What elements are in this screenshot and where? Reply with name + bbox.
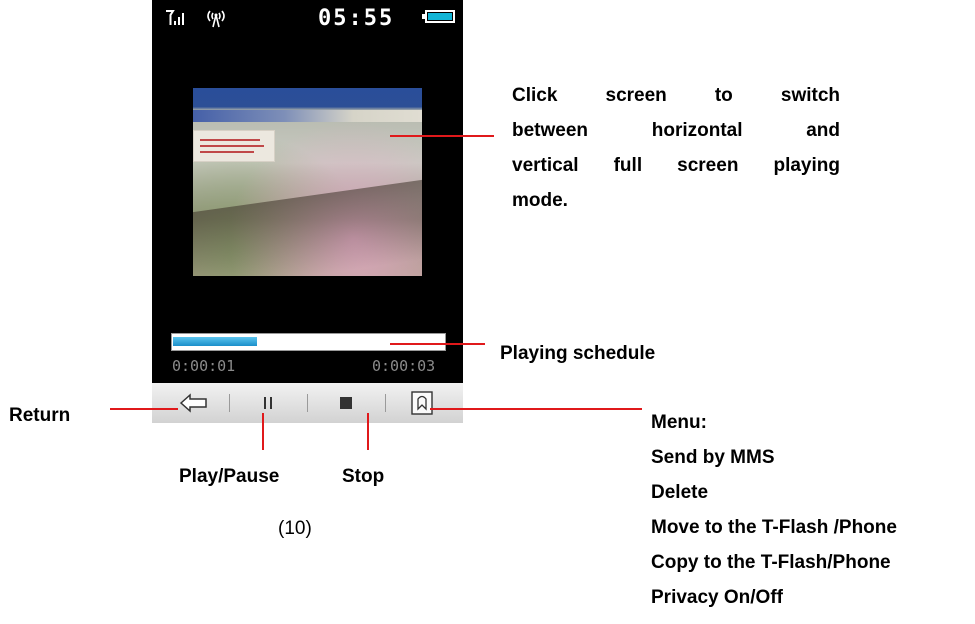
stop-button[interactable] [330, 383, 362, 423]
switch-leader-line [390, 135, 494, 137]
menu-item: Delete [651, 482, 709, 503]
menu-item: Privacy On/Off [651, 587, 783, 608]
play-pause-button[interactable] [252, 383, 284, 423]
total-time: 0:00:03 [372, 357, 436, 375]
video-frame[interactable] [193, 88, 422, 276]
progress-fill [173, 337, 257, 346]
playing-progress-bar[interactable] [171, 333, 446, 351]
pause-icon [264, 397, 272, 409]
schedule-leader-line [390, 343, 485, 345]
figure-caption: (10) [278, 518, 312, 539]
stop-leader-line [367, 413, 369, 450]
menu-item: Send by MMS [651, 447, 775, 468]
stop-icon [340, 397, 352, 409]
playing-schedule-label: Playing schedule [500, 343, 656, 364]
annotation-line: vertical full screen playing [512, 155, 840, 176]
stop-label: Stop [342, 466, 385, 487]
return-button[interactable] [174, 383, 214, 423]
menu-item: Copy to the T-Flash/Phone [651, 552, 891, 573]
wifi-icon [207, 10, 225, 28]
menu-title: Menu: [651, 412, 707, 433]
annotation-line: Click screen to switch [512, 85, 840, 106]
battery-icon [422, 10, 455, 23]
menu-button[interactable] [406, 383, 438, 423]
menu-item: Move to the T-Flash /Phone [651, 517, 897, 538]
return-icon [179, 393, 207, 413]
status-clock: 05:55 [318, 6, 395, 31]
return-label: Return [9, 405, 71, 426]
menu-icon [411, 391, 433, 415]
play-pause-leader-line [262, 413, 264, 450]
signal-icon [166, 10, 184, 25]
menu-annotation: Menu: Send by MMS Delete Move to the T-F… [651, 405, 897, 615]
play-pause-label: Play/Pause [179, 466, 280, 487]
switch-screen-annotation: Click screen to switch between horizonta… [512, 78, 840, 218]
phone-screen: 05:55 0:00:01 0:00:03 [152, 0, 463, 383]
annotation-line: between horizontal and [512, 120, 840, 141]
elapsed-time: 0:00:01 [172, 357, 236, 375]
menu-leader-line [430, 408, 642, 410]
annotation-line: mode. [512, 190, 568, 211]
player-control-bar [152, 383, 463, 423]
return-leader-line [110, 408, 178, 410]
